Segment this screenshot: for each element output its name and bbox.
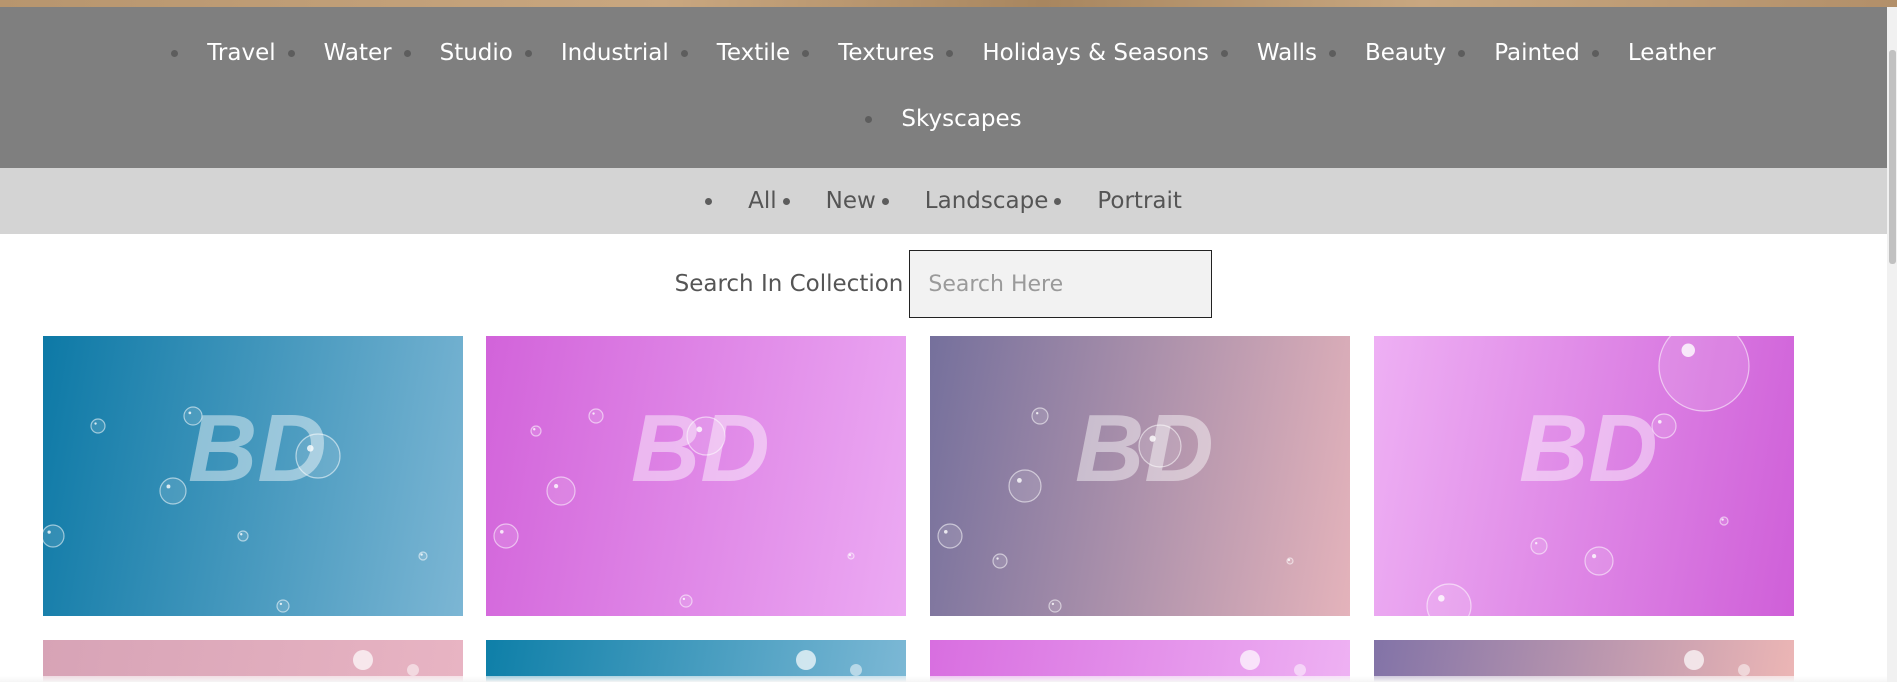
bottom-edge	[0, 676, 1887, 682]
category-link-label[interactable]: Beauty	[1365, 41, 1446, 65]
bubbles-image: BD	[43, 395, 428, 613]
category-link-label[interactable]: Leather	[1628, 41, 1716, 65]
bullet-dot-icon	[171, 49, 179, 57]
category-link-studio[interactable]: Studio	[392, 41, 513, 65]
filter-link-label[interactable]: Portrait	[1097, 189, 1182, 213]
bubbles-image: BD	[493, 395, 855, 608]
filter-link-label[interactable]: Landscape	[925, 189, 1049, 213]
bullet-dot-icon	[524, 49, 532, 57]
bubbles-image: BD	[1426, 336, 1750, 616]
bullet-dot-icon	[705, 197, 713, 205]
search-label: Search In Collection	[674, 271, 904, 297]
category-link-label[interactable]: Skyscapes	[901, 107, 1021, 131]
search-bar: Search In Collection	[0, 249, 1887, 319]
category-link-label[interactable]: Travel	[207, 41, 275, 65]
bullet-dot-icon	[782, 197, 790, 205]
category-link-label[interactable]: Industrial	[561, 41, 669, 65]
watermark-logo: BD	[1075, 395, 1214, 502]
category-link-textures[interactable]: Textures	[790, 41, 934, 65]
gallery-thumbnail[interactable]: BD	[930, 336, 1350, 616]
top-banner-strip	[0, 0, 1897, 7]
category-row-2: Skyscapes	[0, 94, 1887, 144]
filter-link-new[interactable]: New	[777, 189, 876, 213]
scrollbar-thumb[interactable]	[1889, 50, 1896, 264]
gallery-thumbnail[interactable]: BD	[1374, 336, 1794, 616]
bullet-dot-icon	[1328, 49, 1336, 57]
bullet-dot-icon	[881, 197, 889, 205]
category-link-painted[interactable]: Painted	[1446, 41, 1580, 65]
bubbles-image: BD	[937, 395, 1294, 613]
category-link-label[interactable]: Water	[324, 41, 392, 65]
gallery-thumbnail[interactable]: BD	[43, 336, 463, 616]
category-link-skyscapes[interactable]: Skyscapes	[865, 107, 1022, 131]
category-link-beauty[interactable]: Beauty	[1317, 41, 1446, 65]
bullet-dot-icon	[403, 49, 411, 57]
bullet-dot-icon	[680, 49, 688, 57]
filter-nav: All New Landscape Portrait	[0, 168, 1887, 234]
bullet-dot-icon	[1591, 49, 1599, 57]
category-link-label[interactable]: Studio	[440, 41, 513, 65]
bullet-dot-icon	[1458, 49, 1466, 57]
category-link-label[interactable]: Textures	[838, 41, 934, 65]
watermark-logo: BD	[1519, 395, 1658, 502]
category-link-holidays-and-seasons[interactable]: Holidays & Seasons	[934, 41, 1209, 65]
category-link-travel[interactable]: Travel	[171, 41, 276, 65]
filter-link-label[interactable]: New	[826, 189, 876, 213]
category-link-textile[interactable]: Textile	[669, 41, 790, 65]
category-link-leather[interactable]: Leather	[1580, 41, 1716, 65]
category-link-water[interactable]: Water	[276, 41, 392, 65]
category-link-label[interactable]: Painted	[1494, 41, 1580, 65]
bullet-dot-icon	[865, 115, 873, 123]
filter-link-label[interactable]: All	[748, 189, 777, 213]
category-link-industrial[interactable]: Industrial	[513, 41, 669, 65]
bullet-dot-icon	[1054, 197, 1062, 205]
category-link-label[interactable]: Textile	[717, 41, 790, 65]
category-nav: Travel Water Studio Industrial Textile Textur…	[0, 7, 1887, 168]
bullet-dot-icon	[946, 49, 954, 57]
bullet-dot-icon	[1220, 49, 1228, 57]
gallery-thumbnail[interactable]: BD	[486, 336, 906, 616]
watermark-logo: BD	[631, 395, 770, 502]
watermark-logo: BD	[188, 395, 327, 502]
category-link-label[interactable]: Walls	[1257, 41, 1317, 65]
filter-link-all[interactable]: All	[705, 189, 777, 213]
category-link-walls[interactable]: Walls	[1209, 41, 1317, 65]
filter-link-landscape[interactable]: Landscape	[876, 189, 1049, 213]
filter-link-portrait[interactable]: Portrait	[1048, 189, 1182, 213]
bullet-dot-icon	[802, 49, 810, 57]
category-row-1: Travel Water Studio Industrial Textile Textur…	[0, 28, 1887, 78]
category-link-label[interactable]: Holidays & Seasons	[982, 41, 1208, 65]
search-input[interactable]	[909, 250, 1213, 318]
bullet-dot-icon	[287, 49, 295, 57]
